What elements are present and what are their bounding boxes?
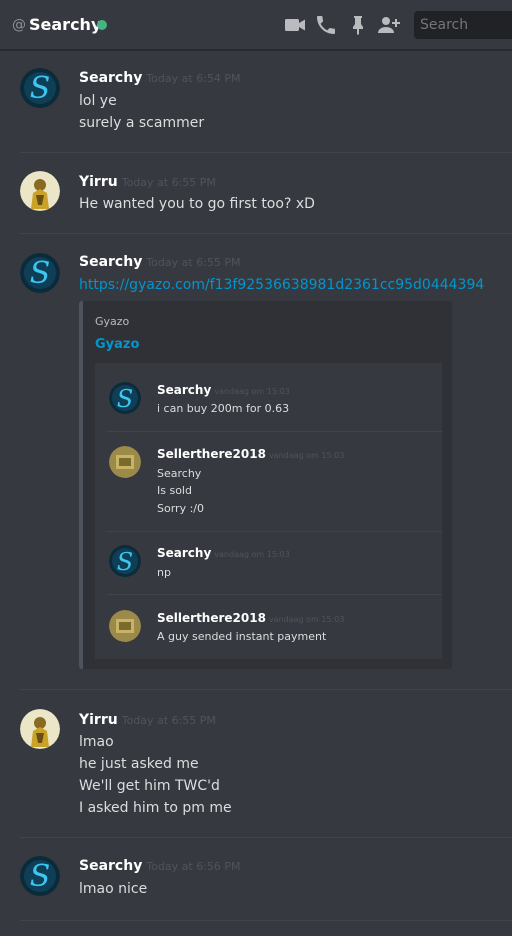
channel-header: @ Searchy Search	[0, 0, 512, 50]
screenshot-text: Sorry :/0	[157, 502, 204, 515]
svg-text:S: S	[30, 256, 51, 291]
screenshot-author: Searchy vandaag om 15:03	[157, 383, 290, 397]
at-icon: @	[12, 17, 26, 33]
channel-name[interactable]: Searchy	[29, 15, 101, 35]
avatar[interactable]	[20, 171, 60, 211]
avatar[interactable]: S	[20, 68, 60, 108]
message-divider	[20, 689, 512, 690]
screenshot-timestamp: vandaag om 15:03	[268, 615, 345, 624]
avatar: S	[109, 382, 141, 414]
screenshot-divider	[107, 431, 442, 432]
screenshot-text: Searchy	[157, 467, 202, 480]
message-timestamp: Today at 6:56 PM	[146, 860, 241, 873]
screenshot-text: np	[157, 566, 171, 579]
svg-text:S: S	[117, 548, 133, 576]
screenshot-text: Is sold	[157, 484, 192, 497]
pin-icon[interactable]	[346, 13, 370, 37]
message-timestamp: Today at 6:55 PM	[121, 176, 216, 189]
screenshot-author: Searchy vandaag om 15:03	[157, 546, 290, 560]
screenshot-divider	[107, 594, 442, 595]
avatar	[109, 610, 141, 642]
message-author[interactable]: Searchy Today at 6:55 PM	[79, 253, 241, 272]
message-author[interactable]: Yirru Today at 6:55 PM	[79, 711, 216, 730]
message-text: lmao nice	[79, 881, 148, 897]
embed-title[interactable]: Gyazo	[95, 336, 139, 354]
message-author[interactable]: Searchy Today at 6:56 PM	[79, 857, 241, 876]
message-divider	[20, 837, 512, 838]
avatar	[109, 446, 141, 478]
avatar[interactable]: S	[20, 856, 60, 896]
svg-text:S: S	[30, 859, 51, 894]
message-text: We'll get him TWC'd	[79, 778, 220, 794]
message-text: He wanted you to go first too? xD	[79, 196, 315, 212]
message-author[interactable]: Yirru Today at 6:55 PM	[79, 173, 216, 192]
search-input[interactable]: Search	[414, 11, 512, 39]
message-text: lol ye	[79, 93, 117, 109]
avatar[interactable]	[20, 709, 60, 749]
message-text: lmao	[79, 734, 114, 750]
link-embed: Gyazo Gyazo S Searchy vandaag om 15:03 i …	[79, 301, 452, 669]
message-text: surely a scammer	[79, 115, 205, 131]
message-text: he just asked me	[79, 756, 199, 772]
screenshot-text: A guy sended instant payment	[157, 630, 327, 643]
avatar: S	[109, 545, 141, 577]
message-divider	[20, 920, 512, 921]
screenshot-divider	[107, 531, 442, 532]
message-text: I asked him to pm me	[79, 800, 232, 816]
online-status-icon	[97, 20, 107, 30]
message-link[interactable]: https://gyazo.com/f13f92536638981d2361cc…	[79, 274, 484, 296]
svg-text:S: S	[117, 385, 133, 413]
video-call-icon[interactable]	[283, 13, 307, 37]
add-member-icon[interactable]	[377, 13, 401, 37]
message-divider	[20, 233, 512, 234]
embed-screenshot-image[interactable]: S Searchy vandaag om 15:03 i can buy 200m…	[95, 363, 442, 659]
message-author[interactable]: Searchy Today at 6:54 PM	[79, 69, 241, 88]
screenshot-author: Sellerthere2018 vandaag om 15:03	[157, 611, 345, 625]
embed-provider[interactable]: Gyazo	[95, 315, 129, 329]
screenshot-timestamp: vandaag om 15:03	[214, 387, 290, 396]
message-timestamp: Today at 6:55 PM	[146, 256, 241, 269]
message-timestamp: Today at 6:54 PM	[146, 72, 241, 85]
screenshot-author: Sellerthere2018 vandaag om 15:03	[157, 447, 345, 461]
phone-call-icon[interactable]	[314, 13, 338, 37]
svg-text:S: S	[30, 71, 51, 106]
screenshot-timestamp: vandaag om 15:03	[268, 451, 345, 460]
avatar[interactable]: S	[20, 253, 60, 293]
message-timestamp: Today at 6:55 PM	[121, 714, 216, 727]
screenshot-timestamp: vandaag om 15:03	[214, 550, 290, 559]
screenshot-text: i can buy 200m for 0.63	[157, 402, 290, 415]
message-divider	[20, 152, 512, 153]
